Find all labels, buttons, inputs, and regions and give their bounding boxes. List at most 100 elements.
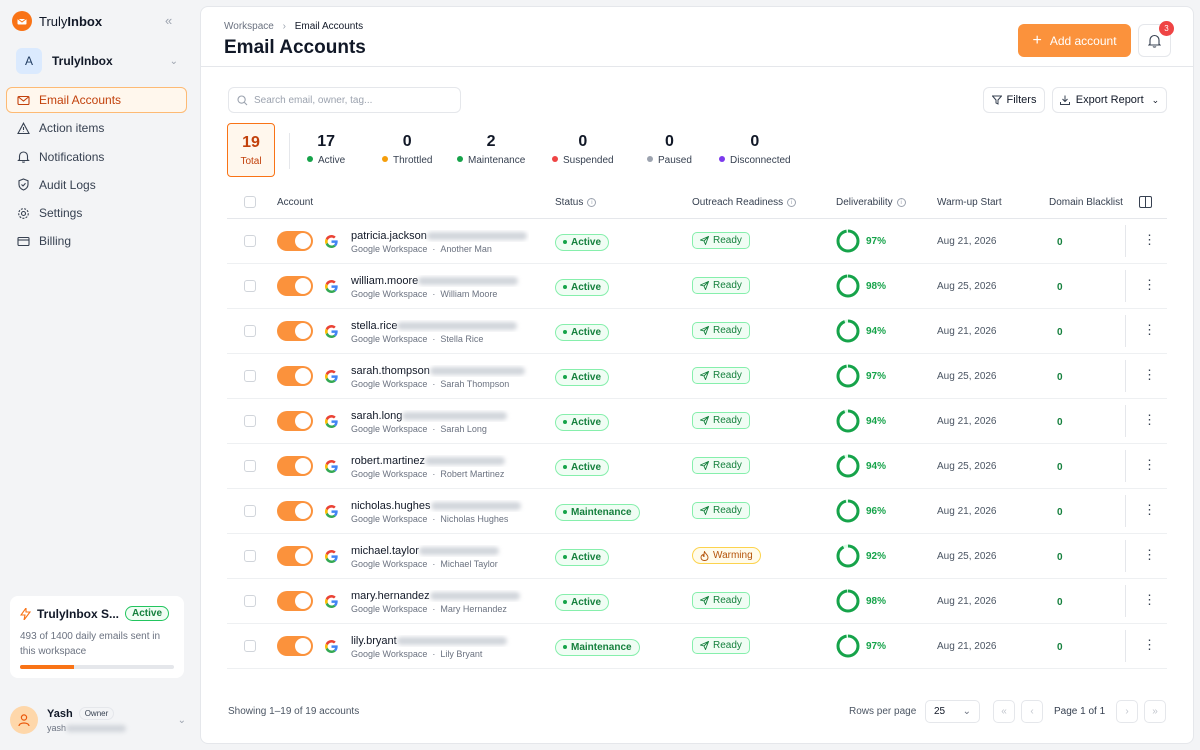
workspace-switcher[interactable]: A TrulyInbox ⌄ [8,42,186,80]
stat-active[interactable]: 17 Active [307,133,345,166]
brand[interactable]: TrulyInbox [12,11,102,31]
account-email[interactable]: michael.taylor [351,545,529,557]
main-panel: Workspace › Email Accounts Email Account… [200,6,1194,744]
more-actions-icon[interactable]: ⋮ [1143,367,1156,383]
account-toggle[interactable] [277,501,313,521]
deliverability-ring [836,274,860,298]
account-toggle[interactable] [277,591,313,611]
first-page-button[interactable]: « [993,700,1015,723]
more-actions-icon[interactable]: ⋮ [1143,322,1156,338]
more-actions-icon[interactable]: ⋮ [1143,547,1156,563]
sidebar-item-billing[interactable]: Billing [6,228,187,254]
stat-throttled[interactable]: 0 Throttled [382,133,432,166]
select-all-checkbox[interactable] [244,196,256,208]
account-email[interactable]: stella.rice [351,320,529,332]
user-menu[interactable]: Yash Owner yash ⌄ [10,700,186,740]
account-toggle[interactable] [277,321,313,341]
plan-card: TrulyInbox S... Active 493 of 1400 daily… [10,596,184,678]
account-meta: Google Workspace · Michael Taylor [351,559,498,569]
table-row[interactable]: patricia.jackson Google Workspace · Another… [227,219,1167,264]
column-blacklist[interactable]: Domain Blacklist [1049,197,1125,208]
row-checkbox[interactable] [244,505,256,517]
table-row[interactable]: lily.bryant Google Workspace · Lily Bryant M… [227,624,1167,669]
sidebar-item-settings[interactable]: Settings [6,200,187,226]
more-actions-icon[interactable]: ⋮ [1143,637,1156,653]
column-warmup[interactable]: Warm-up Start [937,197,1002,208]
rows-per-page-select[interactable]: 25 ⌄ [925,700,980,723]
readiness-badge: Ready [692,457,750,474]
row-checkbox[interactable] [244,235,256,247]
breadcrumb-root[interactable]: Workspace [224,21,274,32]
stat-disconnected[interactable]: 0 Disconnected [719,133,791,166]
collapse-sidebar-icon[interactable]: « [165,13,172,28]
account-toggle[interactable] [277,411,313,431]
stat-total-value: 19 [242,134,260,151]
row-checkbox[interactable] [244,550,256,562]
more-actions-icon[interactable]: ⋮ [1143,592,1156,608]
more-actions-icon[interactable]: ⋮ [1143,457,1156,473]
notifications-button[interactable]: 3 [1138,21,1174,57]
sidebar-item-email-accounts[interactable]: Email Accounts [6,87,187,113]
sidebar-item-action-items[interactable]: Action items [6,115,187,141]
table-row[interactable]: sarah.long Google Workspace · Sarah Long Act… [227,399,1167,444]
account-email[interactable]: mary.hernandez [351,590,529,602]
export-report-button[interactable]: Export Report ⌄ [1052,87,1167,113]
table-row[interactable]: sarah.thompson Google Workspace · Sarah Tho… [227,354,1167,399]
search-box[interactable] [228,87,461,113]
next-page-button[interactable]: › [1116,700,1138,723]
last-page-button[interactable]: » [1144,700,1166,723]
columns-toggle-icon[interactable] [1139,196,1152,211]
stat-suspended[interactable]: 0 Suspended [552,133,614,166]
row-checkbox[interactable] [244,280,256,292]
sidebar-item-notifications[interactable]: Notifications [6,144,187,170]
table-row[interactable]: william.moore Google Workspace · William Mo… [227,264,1167,309]
account-toggle[interactable] [277,231,313,251]
add-account-button[interactable]: + Add account [1018,24,1131,57]
account-email[interactable]: sarah.long [351,410,529,422]
account-email[interactable]: patricia.jackson [351,230,529,242]
account-toggle[interactable] [277,546,313,566]
sidebar-item-label: Action items [39,121,105,136]
row-checkbox[interactable] [244,370,256,382]
column-readiness[interactable]: Outreach Readiness i [692,197,797,208]
deliverability: 96% [836,499,886,523]
row-checkbox[interactable] [244,640,256,652]
table-row[interactable]: stella.rice Google Workspace · Stella Rice A… [227,309,1167,354]
column-status[interactable]: Status i [555,197,597,208]
account-toggle[interactable] [277,366,313,386]
status-dot [563,420,567,424]
prev-page-button[interactable]: ‹ [1021,700,1043,723]
table-row[interactable]: robert.martinez Google Workspace · Robert M… [227,444,1167,489]
account-toggle[interactable] [277,456,313,476]
status-badge: Active [555,368,610,386]
stat-paused[interactable]: 0 Paused [647,133,692,166]
sidebar-item-audit-logs[interactable]: Audit Logs [6,172,187,198]
status-dot [563,555,567,559]
more-actions-icon[interactable]: ⋮ [1143,277,1156,293]
table-row[interactable]: mary.hernandez Google Workspace · Mary Hern… [227,579,1167,624]
account-email[interactable]: william.moore [351,275,529,287]
table-row[interactable]: nicholas.hughes Google Workspace · Nicholas… [227,489,1167,534]
account-email[interactable]: robert.martinez [351,455,529,467]
more-actions-icon[interactable]: ⋮ [1143,232,1156,248]
google-icon [325,415,338,431]
filters-button[interactable]: Filters [983,87,1045,113]
stat-maintenance[interactable]: 2 Maintenance [457,133,525,166]
table-row[interactable]: michael.taylor Google Workspace · Michael T… [227,534,1167,579]
account-toggle[interactable] [277,636,313,656]
stat-total[interactable]: 19 Total [227,123,275,177]
workspace-avatar: A [16,48,42,74]
search-input[interactable] [254,94,444,106]
more-actions-icon[interactable]: ⋮ [1143,412,1156,428]
column-account[interactable]: Account [277,197,313,208]
column-deliverability[interactable]: Deliverability i [836,197,906,208]
row-checkbox[interactable] [244,325,256,337]
account-email[interactable]: lily.bryant [351,635,529,647]
account-email[interactable]: sarah.thompson [351,365,529,377]
more-actions-icon[interactable]: ⋮ [1143,502,1156,518]
account-email[interactable]: nicholas.hughes [351,500,529,512]
row-checkbox[interactable] [244,415,256,427]
row-checkbox[interactable] [244,595,256,607]
account-toggle[interactable] [277,276,313,296]
row-checkbox[interactable] [244,460,256,472]
